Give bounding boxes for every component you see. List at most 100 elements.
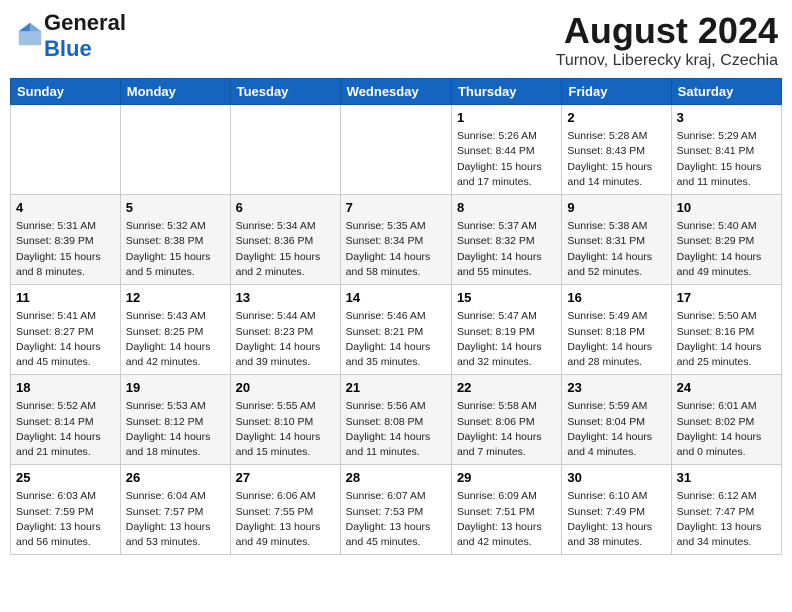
day-number: 31: [677, 469, 776, 487]
calendar-cell: [120, 105, 230, 195]
day-number: 19: [126, 379, 225, 397]
weekday-header-saturday: Saturday: [671, 79, 781, 105]
page-header: General Blue August 2024 Turnov, Liberec…: [10, 10, 782, 70]
day-info: Sunrise: 6:06 AM Sunset: 7:55 PM Dayligh…: [236, 489, 335, 550]
day-number: 23: [567, 379, 665, 397]
day-info: Sunrise: 5:31 AM Sunset: 8:39 PM Dayligh…: [16, 219, 115, 280]
logo-general: General: [44, 10, 126, 35]
day-number: 6: [236, 199, 335, 217]
calendar-cell: 15Sunrise: 5:47 AM Sunset: 8:19 PM Dayli…: [451, 285, 561, 375]
calendar-cell: 12 Sunrise: 5:43 AM Sunset: 8:25 PM Dayli…: [120, 285, 230, 375]
weekday-header-monday: Monday: [120, 79, 230, 105]
day-info: Sunrise: 5:32 AM Sunset: 8:38 PM Dayligh…: [126, 219, 225, 280]
day-number: 24: [677, 379, 776, 397]
calendar-cell: 23Sunrise: 5:59 AM Sunset: 8:04 PM Dayli…: [562, 375, 671, 465]
day-number: 14: [346, 289, 446, 307]
day-number: 21: [346, 379, 446, 397]
calendar-week-2: 4 Sunrise: 5:31 AM Sunset: 8:39 PM Daylig…: [11, 195, 782, 285]
calendar-cell: 2Sunrise: 5:28 AM Sunset: 8:43 PM Daylig…: [562, 105, 671, 195]
day-info: Sunrise: 5:41 AM Sunset: 8:27 PM Dayligh…: [16, 309, 115, 370]
day-info: Sunrise: 5:35 AM Sunset: 8:34 PM Dayligh…: [346, 219, 446, 280]
weekday-header-wednesday: Wednesday: [340, 79, 451, 105]
day-info: Sunrise: 5:55 AM Sunset: 8:10 PM Dayligh…: [236, 399, 335, 460]
day-info: Sunrise: 5:47 AM Sunset: 8:19 PM Dayligh…: [457, 309, 556, 370]
logo-icon: [16, 20, 44, 48]
calendar-cell: 24 Sunrise: 6:01 AM Sunset: 8:02 PM Dayli…: [671, 375, 781, 465]
calendar-cell: 28 Sunrise: 6:07 AM Sunset: 7:53 PM Dayli…: [340, 465, 451, 555]
calendar-cell: 20 Sunrise: 5:55 AM Sunset: 8:10 PM Dayli…: [230, 375, 340, 465]
calendar-cell: 9 Sunrise: 5:38 AM Sunset: 8:31 PM Daylig…: [562, 195, 671, 285]
logo-blue: Blue: [44, 36, 92, 61]
calendar-cell: [11, 105, 121, 195]
calendar-cell: [340, 105, 451, 195]
calendar-body: 1Sunrise: 5:26 AM Sunset: 8:44 PM Daylig…: [11, 105, 782, 555]
calendar-week-3: 11 Sunrise: 5:41 AM Sunset: 8:27 PM Dayli…: [11, 285, 782, 375]
calendar-cell: [230, 105, 340, 195]
logo: General Blue: [14, 10, 126, 62]
day-info: Sunrise: 5:44 AM Sunset: 8:23 PM Dayligh…: [236, 309, 335, 370]
day-number: 12: [126, 289, 225, 307]
day-info: Sunrise: 6:04 AM Sunset: 7:57 PM Dayligh…: [126, 489, 225, 550]
weekday-header-thursday: Thursday: [451, 79, 561, 105]
calendar-cell: 4 Sunrise: 5:31 AM Sunset: 8:39 PM Daylig…: [11, 195, 121, 285]
day-info: Sunrise: 5:40 AM Sunset: 8:29 PM Dayligh…: [677, 219, 776, 280]
day-number: 30: [567, 469, 665, 487]
calendar-cell: 26Sunrise: 6:04 AM Sunset: 7:57 PM Dayli…: [120, 465, 230, 555]
month-title: August 2024: [556, 10, 778, 52]
day-info: Sunrise: 5:38 AM Sunset: 8:31 PM Dayligh…: [567, 219, 665, 280]
day-info: Sunrise: 5:29 AM Sunset: 8:41 PM Dayligh…: [677, 129, 776, 190]
title-block: August 2024 Turnov, Liberecky kraj, Czec…: [556, 10, 778, 70]
day-info: Sunrise: 5:43 AM Sunset: 8:25 PM Dayligh…: [126, 309, 225, 370]
day-number: 25: [16, 469, 115, 487]
day-info: Sunrise: 5:58 AM Sunset: 8:06 PM Dayligh…: [457, 399, 556, 460]
logo-text: General Blue: [44, 10, 126, 62]
day-info: Sunrise: 5:28 AM Sunset: 8:43 PM Dayligh…: [567, 129, 665, 190]
day-number: 20: [236, 379, 335, 397]
day-number: 18: [16, 379, 115, 397]
calendar-cell: 31 Sunrise: 6:12 AM Sunset: 7:47 PM Dayli…: [671, 465, 781, 555]
calendar-cell: 21 Sunrise: 5:56 AM Sunset: 8:08 PM Dayli…: [340, 375, 451, 465]
calendar-cell: 27 Sunrise: 6:06 AM Sunset: 7:55 PM Dayli…: [230, 465, 340, 555]
calendar-cell: 16Sunrise: 5:49 AM Sunset: 8:18 PM Dayli…: [562, 285, 671, 375]
day-info: Sunrise: 6:03 AM Sunset: 7:59 PM Dayligh…: [16, 489, 115, 550]
calendar-table: SundayMondayTuesdayWednesdayThursdayFrid…: [10, 78, 782, 555]
calendar-cell: 25 Sunrise: 6:03 AM Sunset: 7:59 PM Dayli…: [11, 465, 121, 555]
day-number: 16: [567, 289, 665, 307]
day-number: 28: [346, 469, 446, 487]
day-info: Sunrise: 6:12 AM Sunset: 7:47 PM Dayligh…: [677, 489, 776, 550]
calendar-cell: 11 Sunrise: 5:41 AM Sunset: 8:27 PM Dayli…: [11, 285, 121, 375]
calendar-cell: 3 Sunrise: 5:29 AM Sunset: 8:41 PM Daylig…: [671, 105, 781, 195]
day-number: 4: [16, 199, 115, 217]
calendar-cell: 7 Sunrise: 5:35 AM Sunset: 8:34 PM Daylig…: [340, 195, 451, 285]
day-info: Sunrise: 5:52 AM Sunset: 8:14 PM Dayligh…: [16, 399, 115, 460]
weekday-header-tuesday: Tuesday: [230, 79, 340, 105]
day-number: 10: [677, 199, 776, 217]
day-number: 11: [16, 289, 115, 307]
calendar-cell: 29 Sunrise: 6:09 AM Sunset: 7:51 PM Dayli…: [451, 465, 561, 555]
day-info: Sunrise: 6:07 AM Sunset: 7:53 PM Dayligh…: [346, 489, 446, 550]
calendar-cell: 30Sunrise: 6:10 AM Sunset: 7:49 PM Dayli…: [562, 465, 671, 555]
weekday-header-friday: Friday: [562, 79, 671, 105]
day-number: 17: [677, 289, 776, 307]
day-info: Sunrise: 5:37 AM Sunset: 8:32 PM Dayligh…: [457, 219, 556, 280]
day-number: 7: [346, 199, 446, 217]
calendar-cell: 8 Sunrise: 5:37 AM Sunset: 8:32 PM Daylig…: [451, 195, 561, 285]
weekday-header-sunday: Sunday: [11, 79, 121, 105]
day-number: 22: [457, 379, 556, 397]
calendar-cell: 17Sunrise: 5:50 AM Sunset: 8:16 PM Dayli…: [671, 285, 781, 375]
day-info: Sunrise: 5:53 AM Sunset: 8:12 PM Dayligh…: [126, 399, 225, 460]
day-number: 13: [236, 289, 335, 307]
day-info: Sunrise: 5:56 AM Sunset: 8:08 PM Dayligh…: [346, 399, 446, 460]
day-number: 29: [457, 469, 556, 487]
calendar-header: SundayMondayTuesdayWednesdayThursdayFrid…: [11, 79, 782, 105]
calendar-cell: 5Sunrise: 5:32 AM Sunset: 8:38 PM Daylig…: [120, 195, 230, 285]
day-number: 27: [236, 469, 335, 487]
day-number: 3: [677, 109, 776, 127]
day-number: 9: [567, 199, 665, 217]
day-info: Sunrise: 6:01 AM Sunset: 8:02 PM Dayligh…: [677, 399, 776, 460]
day-info: Sunrise: 6:09 AM Sunset: 7:51 PM Dayligh…: [457, 489, 556, 550]
calendar-week-5: 25 Sunrise: 6:03 AM Sunset: 7:59 PM Dayli…: [11, 465, 782, 555]
day-number: 8: [457, 199, 556, 217]
calendar-cell: 22 Sunrise: 5:58 AM Sunset: 8:06 PM Dayli…: [451, 375, 561, 465]
calendar-cell: 13 Sunrise: 5:44 AM Sunset: 8:23 PM Dayli…: [230, 285, 340, 375]
